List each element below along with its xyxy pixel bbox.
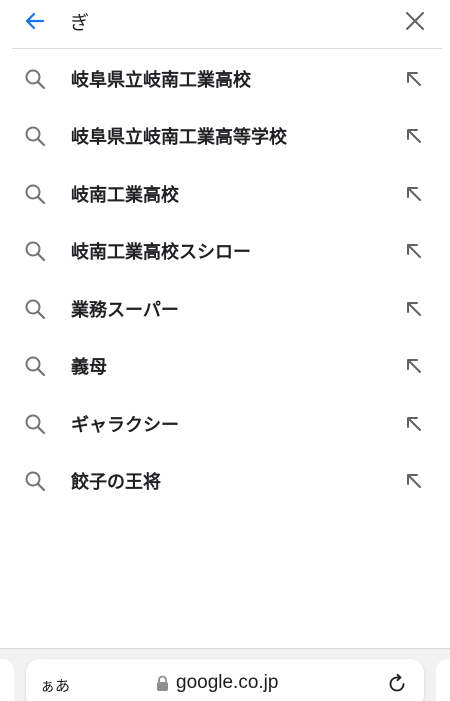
arrow-up-left-icon (407, 244, 421, 259)
search-icon (23, 469, 47, 493)
arrow-up-left-icon (407, 359, 421, 374)
address-bar[interactable]: ぁあ google.co.jp (26, 659, 424, 701)
fill-query-button[interactable] (400, 65, 428, 93)
fill-query-button[interactable] (400, 237, 428, 265)
fill-query-button[interactable] (400, 410, 428, 438)
browser-bottom-bar: ぁあ google.co.jp (0, 648, 450, 701)
url-field[interactable]: google.co.jp (156, 672, 278, 694)
fill-query-button[interactable] (400, 180, 428, 208)
suggestion-item[interactable]: 義母 (0, 338, 450, 396)
search-header (0, 0, 450, 48)
back-button[interactable] (20, 6, 50, 36)
arrow-up-left-icon (407, 129, 421, 144)
fill-query-button[interactable] (400, 295, 428, 323)
close-icon (406, 12, 424, 30)
search-icon (23, 354, 47, 378)
suggestion-label: 餃子の王将 (71, 472, 161, 494)
suggestion-label: 業務スーパー (71, 299, 179, 321)
clear-button[interactable] (400, 6, 430, 36)
next-tab-preview[interactable] (436, 659, 450, 701)
previous-tab-preview[interactable] (0, 659, 14, 701)
fill-query-button[interactable] (400, 352, 428, 380)
search-icon (23, 182, 47, 206)
arrow-up-left-icon (407, 71, 421, 86)
suggestion-label: 岐南工業高校 (71, 184, 179, 206)
arrow-up-left-icon (407, 474, 421, 489)
suggestion-label: 義母 (71, 357, 107, 379)
reload-button[interactable] (384, 671, 410, 697)
arrow-up-left-icon (407, 416, 421, 431)
suggestion-item[interactable]: 業務スーパー (0, 280, 450, 338)
suggestion-item[interactable]: ギャラクシー (0, 395, 450, 453)
suggestion-item[interactable]: 餃子の王将 (0, 453, 450, 511)
arrow-up-left-icon (407, 301, 421, 316)
arrow-up-left-icon (407, 186, 421, 201)
reload-icon (389, 673, 405, 692)
suggestion-label: 岐南工業高校スシロー (71, 242, 251, 264)
search-icon (23, 412, 47, 436)
search-icon (23, 124, 47, 148)
lock-icon (157, 675, 168, 691)
header-divider (12, 48, 442, 49)
search-icon (23, 239, 47, 263)
suggestion-item[interactable]: 岐南工業高校 (0, 165, 450, 223)
suggestion-label: 岐阜県立岐南工業高校 (71, 69, 251, 91)
back-arrow-icon (25, 12, 45, 30)
suggestion-item[interactable]: 岐阜県立岐南工業高校 (0, 50, 450, 108)
search-icon (23, 67, 47, 91)
search-page: 岐阜県立岐南工業高校 岐阜県立岐南工業高等学校 岐南工業高校 岐南工業高校スシロ… (0, 0, 450, 701)
fill-query-button[interactable] (400, 122, 428, 150)
fill-query-button[interactable] (400, 467, 428, 495)
url-text: google.co.jp (176, 672, 279, 693)
search-icon (23, 297, 47, 321)
suggestion-label: ギャラクシー (71, 414, 179, 436)
page-settings-button[interactable]: ぁあ (40, 675, 70, 696)
suggestion-list: 岐阜県立岐南工業高校 岐阜県立岐南工業高等学校 岐南工業高校 岐南工業高校スシロ… (0, 50, 450, 510)
suggestion-item[interactable]: 岐阜県立岐南工業高等学校 (0, 108, 450, 166)
suggestion-label: 岐阜県立岐南工業高等学校 (71, 127, 287, 149)
suggestion-item[interactable]: 岐南工業高校スシロー (0, 223, 450, 281)
search-input[interactable] (70, 6, 370, 36)
